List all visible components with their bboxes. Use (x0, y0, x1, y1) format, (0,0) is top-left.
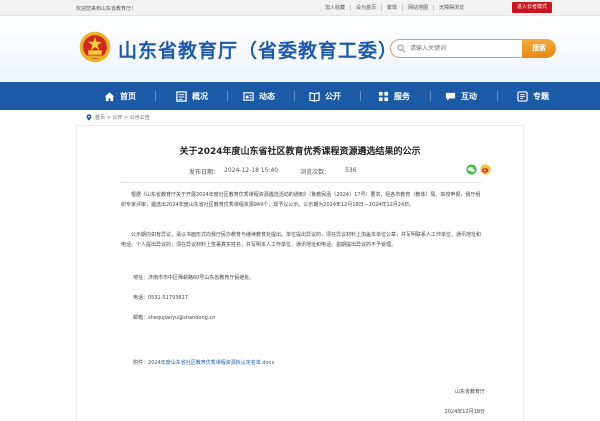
set-homepage-link[interactable]: 设为首页 (351, 5, 383, 11)
overview-icon (176, 90, 187, 102)
nav-divider (227, 91, 228, 101)
main-nav: 首页 概况 动态 公开 服务 互动 专题 (0, 82, 600, 110)
attachment-row: 附件：2024年度山东省社区教育优秀课程资源拟认定名单.docx (133, 359, 274, 366)
contact-address: 地址：济南市市中区舜耕路60号山东省教育厅民继处。 (133, 275, 255, 281)
national-emblem-icon (79, 31, 111, 63)
nav-item-label: 概况 (192, 91, 208, 101)
location-pin-icon (86, 114, 92, 121)
site-header: 山东省教育厅（省委教育工委） 搜索 (0, 16, 600, 82)
nav-item-service[interactable]: 服务 (378, 82, 410, 110)
breadcrumb-separator: > (122, 114, 130, 121)
nav-item-home[interactable]: 首页 (104, 82, 136, 110)
nav-item-label: 首页 (120, 91, 136, 101)
topic-icon (517, 90, 528, 102)
search-icon (397, 44, 406, 53)
nav-item-overview[interactable]: 概况 (176, 82, 208, 110)
weibo-share-icon[interactable] (480, 164, 491, 175)
search-button[interactable]: 搜索 (522, 39, 556, 58)
view-count: 536 (345, 167, 357, 174)
top-utility-bar: 欢迎您来到山东省教育厅！ 加入收藏 设为首页 繁体 网站地图 无障碍浏览 进入长… (0, 0, 600, 16)
breadcrumb-announcements[interactable]: 公示公告 (130, 114, 150, 121)
breadcrumb-public[interactable]: 公开 (112, 114, 122, 121)
article-title: 关于2024年度山东省社区教育优秀课程资源遴选结果的公示 (179, 147, 421, 157)
nav-item-public[interactable]: 公开 (309, 82, 341, 110)
add-favorite-link[interactable]: 加入收藏 (320, 5, 352, 11)
breadcrumb-home[interactable]: 首页 (95, 114, 105, 121)
nav-divider (294, 91, 295, 101)
news-icon (243, 91, 254, 101)
sitemap-link[interactable]: 网站地图 (403, 5, 435, 11)
contact-phone: 电话：0531-51793817 (133, 295, 188, 301)
article-card: 关于2024年度山东省社区教育优秀课程资源遴选结果的公示 发布日期： 2024-… (76, 125, 524, 421)
signature-org: 山东省教育厅 (454, 389, 485, 395)
nav-item-label: 互动 (461, 91, 477, 101)
views-label: 浏览次数： (300, 169, 331, 176)
body-paragraph-1: 根据《山东省教育厅关于开展2024年度社区教育优秀课程资源遴选活动的通知》（鲁教… (121, 192, 481, 208)
nav-item-news[interactable]: 动态 (243, 82, 275, 110)
nav-item-label: 专题 (533, 91, 549, 101)
attachment-link[interactable]: 2024年度山东省社区教育优秀课程资源拟认定名单.docx (148, 360, 274, 366)
article-meta: 发布日期： 2024-12-18 15:40 浏览次数： 536 (189, 167, 357, 176)
service-icon (378, 91, 389, 101)
traditional-chinese-link[interactable]: 繁体 (382, 5, 404, 11)
nav-item-interact[interactable]: 互动 (445, 82, 477, 110)
welcome-text: 欢迎您来到山东省教育厅！ (76, 6, 137, 12)
nav-divider (155, 91, 156, 101)
search-box (390, 39, 524, 58)
publish-date: 2024-12-18 15:40 (224, 167, 279, 174)
search-input[interactable] (410, 45, 520, 52)
book-icon (309, 91, 320, 102)
nav-divider (360, 91, 361, 101)
breadcrumb-separator: > (105, 114, 113, 121)
meta-divider (121, 182, 481, 183)
home-icon (104, 91, 115, 101)
accessibility-link[interactable]: 无障碍浏览 (434, 5, 469, 11)
body-paragraph-2: 公示期内如有异议，请以书面形式向我厅民办教育与继续教育处提出。单位提出异议的，须… (121, 232, 482, 248)
nav-item-label: 服务 (394, 91, 410, 101)
elder-mode-button[interactable]: 进入长者模式 (512, 2, 552, 13)
nav-item-topic[interactable]: 专题 (517, 82, 549, 110)
nav-divider (430, 91, 431, 101)
chat-icon (445, 92, 456, 101)
utility-links: 加入收藏 设为首页 繁体 网站地图 无障碍浏览 (320, 5, 469, 11)
publish-date-label: 发布日期： (189, 169, 220, 176)
nav-item-label: 动态 (259, 91, 275, 101)
wechat-share-icon[interactable] (466, 164, 477, 175)
contact-email: 邮箱：shequjiaoyu@shandong.cn (133, 315, 216, 321)
nav-divider (497, 91, 498, 101)
site-title: 山东省教育厅（省委教育工委） (118, 40, 399, 62)
breadcrumb: 首页 > 公开 > 公示公告 (86, 114, 150, 121)
attachment-label: 附件： (133, 360, 149, 366)
signature-date: 2024年12月18日 (444, 409, 485, 415)
nav-item-label: 公开 (325, 91, 341, 101)
